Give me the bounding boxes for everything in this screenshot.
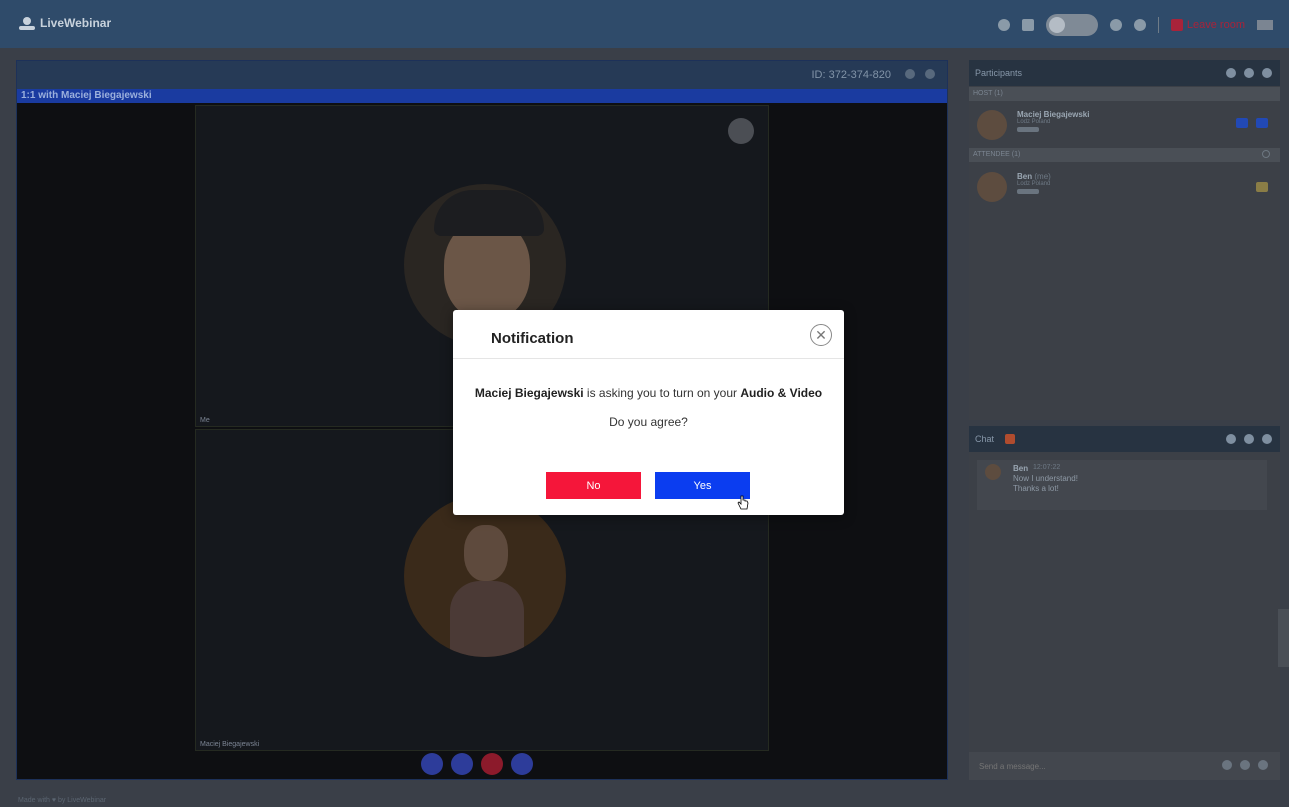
message-author: Ben (1013, 464, 1029, 473)
participant-name: Ben (me) (1017, 172, 1051, 181)
attendee-section-label: ATTENDEE (1) (969, 148, 1280, 162)
language-flag-icon[interactable] (1257, 20, 1273, 30)
more-icon[interactable] (1244, 68, 1254, 78)
room-title: 1:1 with Maciej Biegajewski (17, 89, 947, 103)
no-button[interactable]: No (546, 472, 641, 499)
chat-tools (1222, 760, 1268, 770)
participants-actions (1226, 68, 1272, 78)
message-time: 12:07:22 (1033, 464, 1061, 471)
message-line: Now I understand! (1013, 474, 1078, 483)
participant-name: Maciej Biegajewski (1017, 110, 1090, 119)
attendee-tag: (me) (1034, 172, 1051, 181)
dialog-message: Maciej Biegajewski is asking you to turn… (453, 386, 844, 400)
volume-icon[interactable] (905, 69, 915, 79)
footer-credit: Made with ♥ by LiveWebinar (18, 797, 107, 804)
emoji-icon[interactable] (1258, 760, 1268, 770)
attendee-section-text: ATTENDEE (1) (973, 151, 1021, 158)
host-section-label: HOST (1) (969, 87, 1280, 101)
mic-icon[interactable] (421, 753, 443, 775)
chevron-down-icon[interactable] (1262, 68, 1272, 78)
fullscreen-icon[interactable] (925, 69, 935, 79)
chat-panel: Chat Ben 12:07:22 Now I understand! Than… (969, 426, 1280, 780)
chat-header: Chat (969, 426, 1280, 452)
leave-room-button[interactable]: Leave room (1170, 19, 1245, 31)
mode-toggle[interactable] (1045, 14, 1098, 36)
dialog-divider (453, 358, 844, 359)
avatar (977, 172, 1007, 202)
requester-name: Maciej Biegajewski (474, 386, 584, 400)
panel-settings-icon[interactable] (1226, 434, 1236, 444)
head (464, 525, 508, 581)
room-id: ID: 372-374-820 (811, 69, 892, 81)
feedback-tab[interactable] (1278, 609, 1289, 667)
requested-media: Audio & Video (740, 386, 823, 400)
exit-icon (1170, 19, 1183, 31)
avatar (977, 110, 1007, 140)
video-label-host: Maciej Biegajewski (200, 741, 260, 748)
participants-header: Participants (969, 60, 1280, 86)
help-icon[interactable] (997, 19, 1010, 31)
notification-dialog: Notification ✕ Maciej Biegajewski is ask… (453, 310, 844, 515)
top-bar: LiveWebinar Leave room (0, 0, 1289, 48)
gif-icon[interactable] (1005, 434, 1015, 444)
device-icons (1017, 189, 1039, 194)
chat-bubble-icon[interactable] (1236, 118, 1248, 128)
question-icon[interactable] (1109, 19, 1122, 31)
host-video-feed (404, 495, 566, 657)
host-actions (1236, 118, 1268, 128)
leave-room-label: Leave room (1186, 19, 1245, 31)
more-icon[interactable] (1244, 434, 1254, 444)
body (450, 581, 524, 657)
raise-hand-icon[interactable] (1256, 182, 1268, 192)
attendee-name: Ben (1017, 172, 1033, 181)
close-icon[interactable]: ✕ (810, 324, 832, 346)
toolbar-divider (1157, 17, 1159, 33)
yes-button[interactable]: Yes (655, 472, 750, 499)
participants-panel: Participants HOST (1) Maciej Biegajewski… (969, 60, 1280, 420)
attach-icon[interactable] (1222, 760, 1232, 770)
participant-row-host[interactable]: Maciej Biegajewski Lodz Poland (977, 104, 1272, 144)
top-toolbar: Leave room (997, 14, 1273, 36)
search-icon[interactable] (1262, 150, 1270, 158)
mic-icon[interactable] (1240, 760, 1250, 770)
cap (434, 190, 544, 236)
avatar (985, 464, 1001, 480)
participant-location: Lodz Poland (1017, 181, 1051, 187)
camera-icon[interactable] (451, 753, 473, 775)
hangup-icon[interactable] (481, 753, 503, 775)
call-controls (421, 753, 533, 775)
app-name: LiveWebinar (40, 16, 112, 30)
app-logo[interactable]: LiveWebinar (18, 16, 111, 30)
participants-title: Participants (975, 68, 1023, 78)
chat-message: Ben 12:07:22 Now I understand! Thanks a … (977, 460, 1267, 510)
participant-location: Lodz Poland (1017, 119, 1051, 125)
info-icon[interactable] (1133, 19, 1146, 31)
dialog-title: Notification (491, 330, 574, 347)
settings-icon[interactable] (511, 753, 533, 775)
chat-actions (1226, 434, 1272, 444)
chat-title: Chat (975, 434, 995, 444)
chevron-down-icon[interactable] (1262, 434, 1272, 444)
message-text: is asking you to turn on your (583, 386, 741, 400)
message-icon[interactable] (1021, 19, 1034, 31)
panel-settings-icon[interactable] (1226, 68, 1236, 78)
stage-header: ID: 372-374-820 (17, 61, 947, 89)
dialog-question: Do you agree? (609, 415, 688, 429)
gear-icon[interactable] (728, 118, 754, 144)
video-label-self: Me (200, 417, 210, 424)
message-line: Thanks a lot! (1013, 484, 1059, 493)
logo-icon (19, 17, 35, 30)
card-icon[interactable] (1256, 118, 1268, 128)
device-icons (1017, 127, 1039, 132)
participant-row-attendee[interactable]: Ben (me) Lodz Poland (977, 166, 1272, 206)
pointer-cursor-icon (737, 495, 749, 510)
